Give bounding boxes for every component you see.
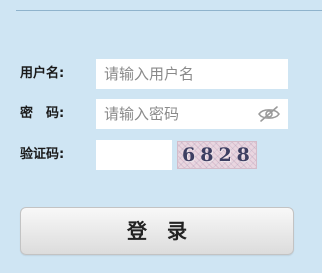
top-divider xyxy=(16,10,322,11)
captcha-label: 验证码: xyxy=(20,147,65,162)
username-input[interactable] xyxy=(96,59,288,89)
username-label: 用户名: xyxy=(20,66,65,81)
captcha-image-text: 6828 xyxy=(182,144,255,166)
username-row: 用户名: xyxy=(0,59,322,89)
password-label: 密 码: xyxy=(20,106,65,121)
eye-slash-icon[interactable] xyxy=(257,105,281,123)
captcha-row: 验证码: 6828 xyxy=(0,140,322,170)
password-row: 密 码: xyxy=(0,99,322,129)
login-button[interactable]: 登 录 xyxy=(20,207,294,255)
captcha-image[interactable]: 6828 xyxy=(177,141,257,169)
captcha-input[interactable] xyxy=(96,140,172,170)
